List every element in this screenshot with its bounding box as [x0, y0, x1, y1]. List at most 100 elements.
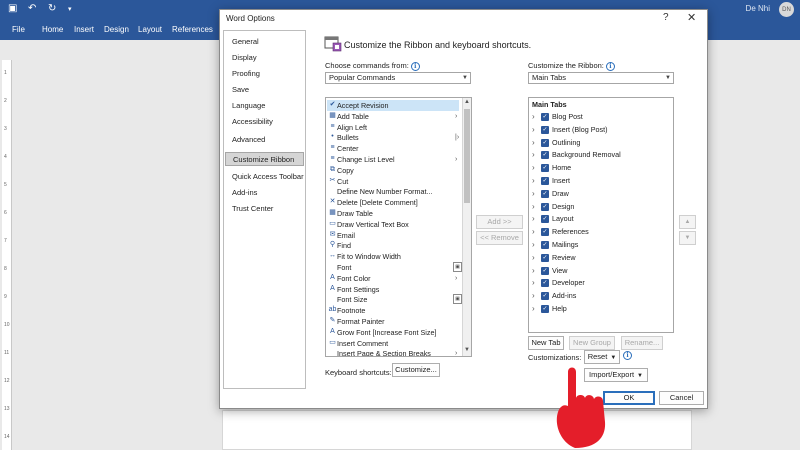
- chevron-right-icon[interactable]: ›: [532, 188, 535, 200]
- tab-insert[interactable]: Insert: [74, 25, 94, 34]
- chevron-right-icon[interactable]: ›: [532, 213, 535, 225]
- list-item[interactable]: ▭ Insert Comment: [327, 338, 459, 349]
- info-icon[interactable]: i: [605, 61, 615, 71]
- scroll-down-icon[interactable]: ▼: [463, 346, 471, 355]
- tree-item-insert[interactable]: › ✓ Insert: [530, 175, 670, 188]
- chevron-right-icon[interactable]: ›: [532, 124, 535, 136]
- scroll-thumb[interactable]: [464, 109, 470, 203]
- checkbox[interactable]: ✓: [541, 164, 549, 173]
- checkbox[interactable]: ✓: [541, 241, 549, 249]
- nav-item-display[interactable]: Display: [225, 51, 304, 65]
- list-item[interactable]: ab Footnote: [327, 305, 459, 316]
- list-item[interactable]: A Grow Font [Increase Font Size]: [327, 327, 459, 338]
- nav-item-save[interactable]: Save: [225, 83, 304, 97]
- avatar[interactable]: DN: [779, 2, 794, 17]
- close-icon[interactable]: ✕: [687, 11, 696, 24]
- nav-item-language[interactable]: Language: [225, 99, 304, 113]
- list-item[interactable]: ↔ Fit to Window Width: [327, 251, 459, 262]
- add-button[interactable]: Add >>: [476, 215, 523, 229]
- list-item[interactable]: ✔ Accept Revision: [327, 100, 459, 111]
- list-item[interactable]: Define New Number Format...: [327, 186, 459, 197]
- chevron-right-icon[interactable]: ›: [532, 175, 535, 187]
- chevron-right-icon[interactable]: ›: [532, 252, 535, 264]
- customize-shortcuts-button[interactable]: Customize...: [392, 363, 440, 377]
- list-item[interactable]: A Font Color ›: [327, 273, 459, 284]
- checkbox[interactable]: ✓: [541, 215, 549, 224]
- list-item[interactable]: ▦ Add Table ›: [327, 111, 459, 122]
- tab-layout[interactable]: Layout: [138, 25, 162, 34]
- list-item[interactable]: Font Size ▣: [327, 294, 462, 305]
- tree-item-review[interactable]: › ✓ Review: [530, 252, 670, 265]
- info-icon[interactable]: i: [410, 61, 420, 71]
- nav-item-add-ins[interactable]: Add-ins: [225, 186, 304, 200]
- checkbox[interactable]: ✓: [541, 151, 549, 160]
- remove-button[interactable]: << Remove: [476, 231, 523, 245]
- undo-icon[interactable]: ↶: [28, 3, 36, 14]
- user-name[interactable]: De Nhi: [746, 4, 770, 13]
- move-up-button[interactable]: ▲: [679, 215, 696, 229]
- list-item[interactable]: ⧉ Copy: [327, 165, 459, 176]
- save-icon[interactable]: ▣: [8, 3, 17, 14]
- ribbon-tabs-tree[interactable]: Main Tabs › ✓ Blog Post › ✓ Insert (Blog Post…: [528, 97, 674, 333]
- tree-item-outlining[interactable]: › ✓ Outlining: [530, 137, 670, 150]
- list-item[interactable]: ≡ Align Left: [327, 122, 459, 133]
- tree-item-background-removal[interactable]: › ✓ Background Removal: [530, 149, 670, 162]
- list-item[interactable]: ✕ Delete [Delete Comment]: [327, 197, 459, 208]
- chevron-right-icon[interactable]: ›: [532, 111, 535, 123]
- list-item[interactable]: ≡ Change List Level ›: [327, 154, 459, 165]
- tree-item-developer[interactable]: › ✓ Developer: [530, 277, 670, 290]
- choose-commands-select[interactable]: Popular Commands ▼: [325, 72, 471, 84]
- nav-item-customize-ribbon[interactable]: Customize Ribbon: [225, 152, 304, 166]
- tab-home[interactable]: Home: [42, 25, 63, 34]
- nav-item-trust-center[interactable]: Trust Center: [225, 202, 304, 216]
- checkbox[interactable]: ✓: [541, 228, 549, 237]
- help-icon[interactable]: ?: [663, 12, 669, 23]
- redo-icon[interactable]: ↻: [48, 3, 56, 14]
- list-item[interactable]: ▦ Draw Table: [327, 208, 459, 219]
- tab-references[interactable]: References: [172, 25, 213, 34]
- tree-item-references[interactable]: › ✓ References: [530, 226, 670, 239]
- tree-item-view[interactable]: › ✓ View: [530, 265, 670, 278]
- chevron-right-icon[interactable]: ›: [532, 226, 535, 238]
- chevron-right-icon[interactable]: ›: [532, 162, 535, 174]
- chevron-right-icon[interactable]: ›: [532, 290, 535, 302]
- checkbox[interactable]: ✓: [541, 292, 549, 301]
- chevron-right-icon[interactable]: ›: [532, 137, 535, 149]
- list-item[interactable]: ✎ Format Painter: [327, 316, 459, 327]
- new-tab-button[interactable]: New Tab: [528, 336, 564, 350]
- checkbox[interactable]: ✓: [541, 279, 549, 288]
- chevron-right-icon[interactable]: ›: [532, 201, 535, 213]
- nav-item-proofing[interactable]: Proofing: [225, 67, 304, 81]
- chevron-right-icon[interactable]: ›: [532, 149, 535, 161]
- checkbox[interactable]: ✓: [541, 177, 549, 185]
- nav-item-general[interactable]: General: [225, 35, 304, 49]
- list-item[interactable]: ≡ Center: [327, 143, 459, 154]
- tree-item-design[interactable]: › ✓ Design: [530, 201, 670, 214]
- scroll-up-icon[interactable]: ▲: [463, 98, 471, 107]
- tree-item-add-ins[interactable]: › ✓ Add-ins: [530, 290, 670, 303]
- chevron-right-icon[interactable]: ›: [532, 239, 535, 251]
- cancel-button[interactable]: Cancel: [659, 391, 704, 405]
- list-item[interactable]: ▭ Draw Vertical Text Box: [327, 219, 459, 230]
- commands-scrollbar[interactable]: ▲ ▼: [462, 98, 471, 356]
- tree-item-blog-post[interactable]: › ✓ Blog Post: [530, 111, 670, 124]
- checkbox[interactable]: ✓: [541, 125, 549, 134]
- nav-item-accessibility[interactable]: Accessibility: [225, 115, 304, 129]
- nav-item-advanced[interactable]: Advanced: [225, 133, 304, 147]
- list-item[interactable]: • Bullets |›: [327, 132, 459, 143]
- tab-design[interactable]: Design: [104, 25, 129, 34]
- move-down-button[interactable]: ▼: [679, 231, 696, 245]
- tree-item-home[interactable]: › ✓ Home: [530, 162, 670, 175]
- new-group-button[interactable]: New Group: [569, 336, 615, 350]
- chevron-right-icon[interactable]: ›: [532, 265, 535, 277]
- customize-ribbon-select[interactable]: Main Tabs ▼: [528, 72, 674, 84]
- tree-item-draw[interactable]: › ✓ Draw: [530, 188, 670, 201]
- checkbox[interactable]: ✓: [541, 189, 549, 198]
- document-page[interactable]: [222, 410, 692, 450]
- list-item[interactable]: Font ▣: [327, 262, 462, 273]
- nav-item-quick-access-toolbar[interactable]: Quick Access Toolbar: [225, 170, 304, 184]
- checkbox[interactable]: ✓: [541, 253, 549, 262]
- checkbox[interactable]: ✓: [541, 113, 549, 121]
- tree-item-help[interactable]: › ✓ Help: [530, 303, 670, 316]
- list-item[interactable]: ✂ Cut: [327, 176, 459, 187]
